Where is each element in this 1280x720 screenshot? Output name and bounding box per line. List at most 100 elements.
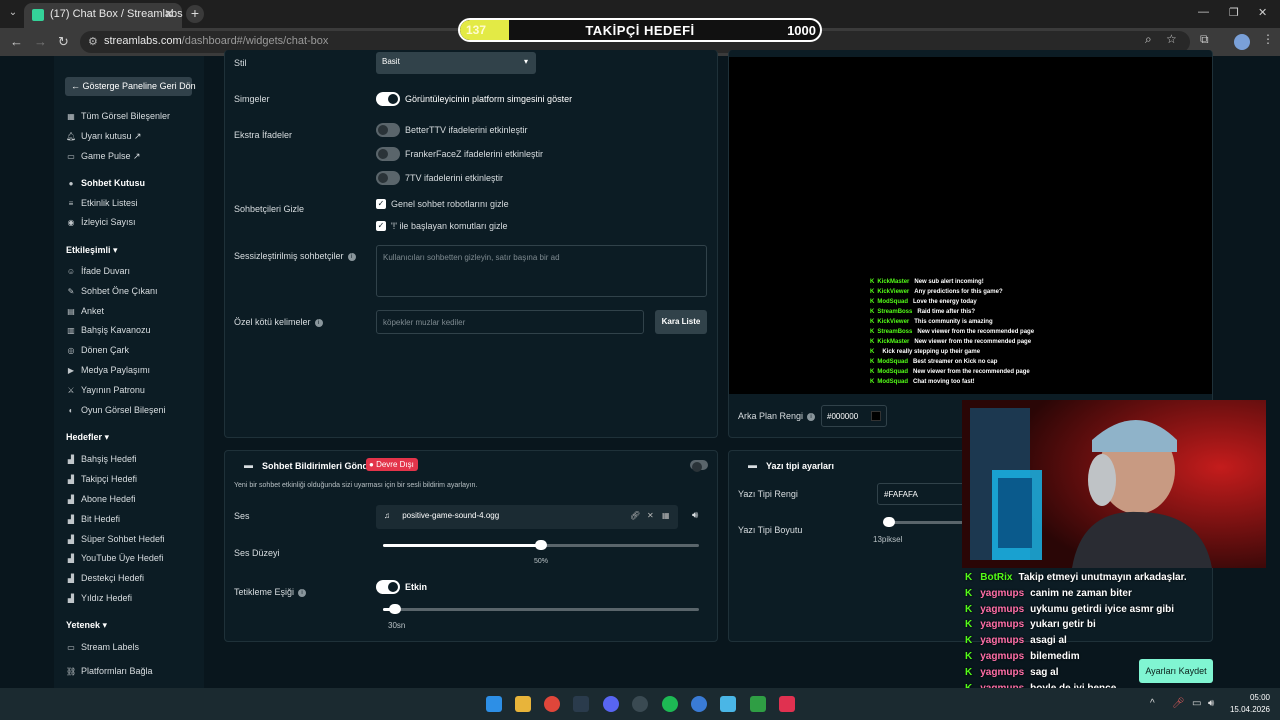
nvidia-icon[interactable]: [750, 696, 766, 712]
link-icon[interactable]: 🔗︎: [630, 511, 640, 520]
stream-chat-message: Kyagmups uykumu getirdi iyice asmr gibi: [965, 604, 1174, 615]
collapse-icon[interactable]: ▬: [748, 460, 757, 470]
preview-text: Any predictions for this game?: [914, 289, 1003, 295]
browser-menu-icon[interactable]: ⋮: [1262, 32, 1274, 46]
bookmark-star-icon[interactable]: ☆: [1166, 32, 1177, 46]
minimize-icon[interactable]: —: [1198, 6, 1209, 18]
sidebar-item-poll[interactable]: ▤ Anket: [66, 306, 104, 316]
tray-chevron-icon[interactable]: ^: [1150, 698, 1155, 709]
sidebar-item-tip-goal[interactable]: ▟ Bahşiş Hedefi: [66, 454, 137, 464]
library-grid-icon[interactable]: ▦: [662, 511, 670, 520]
spotify-icon[interactable]: [662, 696, 678, 712]
sidebar-section-capability[interactable]: Yetenek ▾: [66, 620, 107, 631]
platform-icon-toggle[interactable]: [376, 92, 400, 106]
sidebar-item-spin-wheel[interactable]: ◎ Dönen Çark: [66, 345, 130, 355]
bad-words-input[interactable]: köpekler muzlar kediler: [376, 310, 644, 334]
sidebar-item-star-goal[interactable]: ▟ Yıldız Hedefi: [66, 593, 132, 603]
sidebar-item-connect-platforms[interactable]: ⛓ Platformları Bağla: [66, 666, 153, 676]
obs-icon[interactable]: [632, 696, 648, 712]
sidebar-item-stream-labels[interactable]: ▭ Stream Labels: [66, 642, 139, 652]
font-color-input[interactable]: #FAFAFA: [877, 483, 967, 505]
close-tab-icon[interactable]: ✕: [164, 7, 174, 21]
sidebar-item-viewer-count[interactable]: ◉ İzleyici Sayısı: [66, 217, 136, 227]
font-size-value: 13piksel: [873, 535, 903, 544]
sidebar-item-supporter-goal[interactable]: ▟ Destekçi Hedefi: [66, 573, 144, 583]
volume-icon[interactable]: 🔊︎: [1208, 698, 1214, 709]
clear-icon[interactable]: ✕: [647, 511, 654, 520]
hide-bots-checkbox[interactable]: ✓: [376, 199, 386, 209]
steam-icon[interactable]: [573, 696, 589, 712]
sidebar-item-tip-jar[interactable]: ▥ Bahşiş Kavanozu: [66, 325, 150, 335]
app-icon[interactable]: [720, 696, 736, 712]
bg-color-input[interactable]: #000000: [821, 405, 887, 427]
site-info-icon[interactable]: ⚙: [88, 35, 98, 48]
sidebar-item-sub-goal[interactable]: ▟ Abone Hedefi: [66, 494, 136, 504]
back-icon[interactable]: ←: [10, 34, 23, 49]
sidebar-item-all-widgets[interactable]: ▦ Tüm Görsel Bileşenler: [66, 111, 170, 121]
zoom-icon[interactable]: ⌕: [1145, 32, 1152, 47]
font-size-slider[interactable]: [883, 517, 963, 527]
font-size-slider-handle[interactable]: [883, 517, 895, 527]
volume-slider[interactable]: [383, 540, 699, 550]
muted-chatters-textarea[interactable]: Kullanıcıları sohbetten gizleyin, satır …: [376, 245, 707, 297]
sidebar-item-event-list[interactable]: ≡ Etkinlik Listesi: [66, 198, 138, 208]
new-tab-button[interactable]: +: [186, 5, 204, 23]
blacklist-button[interactable]: Kara Liste: [655, 310, 707, 334]
sidebar-item-chat-highlight[interactable]: ✎ Sohbet Öne Çıkanı: [66, 286, 158, 296]
speaker-icon[interactable]: 🔊︎: [692, 510, 698, 521]
microphone-icon[interactable]: 🎤︎: [1172, 698, 1185, 709]
valorant-icon[interactable]: [779, 696, 795, 712]
threshold-slider[interactable]: [383, 604, 699, 614]
caret-down-icon: ▾: [102, 620, 108, 630]
threshold-toggle[interactable]: [376, 580, 400, 594]
sidebar-section-interactive[interactable]: Etkileşimli ▾: [66, 245, 118, 256]
windows-start-icon[interactable]: [486, 696, 502, 712]
maximize-icon[interactable]: ❐: [1229, 6, 1239, 19]
active-tab[interactable]: (17) Chat Box / Streamlabs ✕: [24, 3, 183, 28]
reload-icon[interactable]: ↻: [58, 34, 69, 50]
back-to-dashboard-button[interactable]: ← Gösterge Paneline Geri Dön: [65, 77, 196, 96]
sidebar-item-emote-wall[interactable]: ☺ İfade Duvarı: [66, 266, 130, 276]
sidebar-item-alert-box[interactable]: 🔔︎ Uyarı kutusu ↗: [66, 131, 142, 142]
color-swatch[interactable]: [871, 411, 881, 421]
sidebar-item-stream-boss[interactable]: ⚔ Yayının Patronu: [66, 385, 144, 395]
file-explorer-icon[interactable]: [515, 696, 531, 712]
bttv-toggle[interactable]: [376, 123, 400, 137]
forward-icon[interactable]: →: [34, 34, 47, 49]
sidebar-item-game-pulse[interactable]: ▭ Game Pulse ↗: [66, 151, 140, 162]
info-icon[interactable]: i: [298, 588, 307, 597]
profile-avatar[interactable]: [1234, 34, 1250, 50]
sidebar-item-bit-goal[interactable]: ▟ Bit Hedefi: [66, 514, 120, 524]
sound-file-field[interactable]: ♫ positive-game-sound-4.ogg 🔗︎ ✕ ▦: [376, 505, 678, 529]
icons-label: Simgeler: [234, 94, 270, 104]
sidebar-item-superchat-goal[interactable]: ▟ Süper Sohbet Hedefi: [66, 534, 165, 544]
app-icon[interactable]: [691, 696, 707, 712]
tab-search-icon[interactable]: ⌄: [6, 6, 20, 20]
threshold-slider-handle[interactable]: [389, 604, 401, 614]
ffz-toggle[interactable]: [376, 147, 400, 161]
style-select[interactable]: Basit ▾: [376, 52, 536, 74]
info-icon[interactable]: i: [807, 412, 816, 421]
sidebar-item-media-share[interactable]: ▶ Medya Paylaşımı: [66, 365, 150, 375]
7tv-toggle[interactable]: [376, 171, 400, 185]
sidebar-item-chat-box[interactable]: ● Sohbet Kutusu: [66, 178, 145, 188]
sidebar-item-follower-goal[interactable]: ▟ Takipçi Hedefi: [66, 474, 137, 484]
hide-commands-checkbox[interactable]: ✓: [376, 221, 386, 231]
volume-slider-handle[interactable]: [535, 540, 547, 550]
info-icon[interactable]: i: [347, 252, 356, 261]
system-clock[interactable]: 05:00 15.04.2026: [1228, 692, 1270, 716]
chat-box-settings-panel: [224, 50, 718, 438]
sidebar-item-youtube-member-goal[interactable]: ▟ YouTube Üye Hedefi: [66, 553, 163, 563]
discord-icon[interactable]: [603, 696, 619, 712]
kick-icon: K: [965, 572, 973, 583]
sidebar-section-goals[interactable]: Hedefler ▾: [66, 432, 109, 443]
sidebar-item-game-widget[interactable]: ◐ Oyun Görsel Bileşeni: [66, 405, 166, 415]
chrome-icon[interactable]: [544, 696, 560, 712]
close-window-icon[interactable]: ✕: [1258, 6, 1267, 19]
extensions-icon[interactable]: ⧉: [1200, 32, 1209, 47]
info-icon[interactable]: i: [314, 318, 323, 327]
notifications-toggle[interactable]: [690, 460, 708, 472]
network-icon[interactable]: ▭: [1192, 698, 1201, 709]
save-settings-button[interactable]: Ayarları Kaydet: [1139, 659, 1213, 683]
collapse-icon[interactable]: ▬: [244, 460, 253, 470]
